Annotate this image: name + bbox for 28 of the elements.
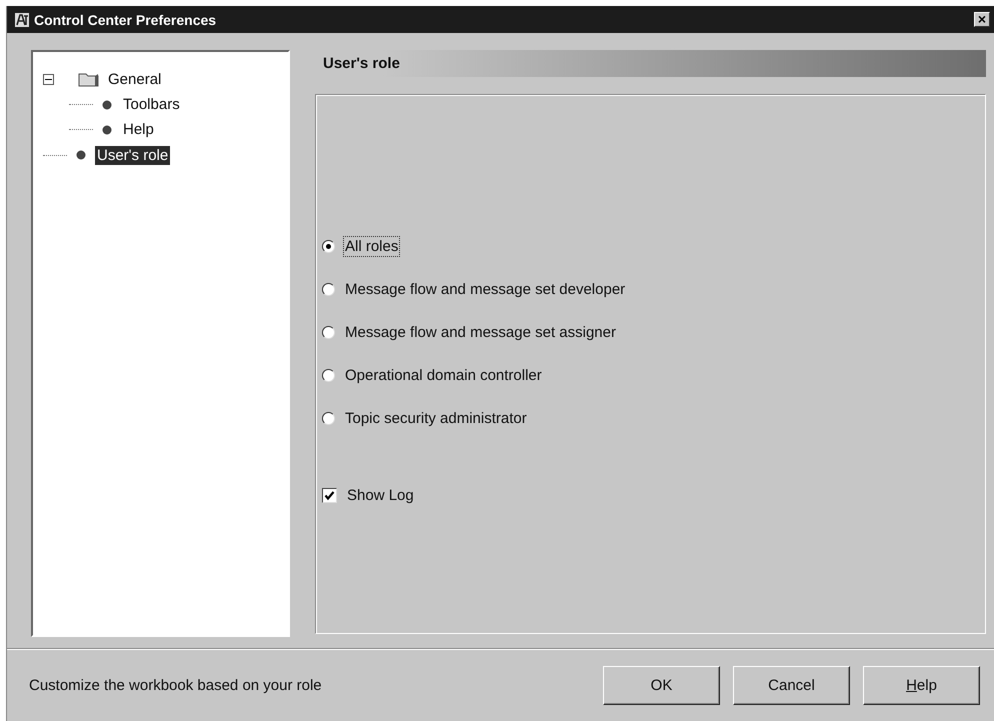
tree-item[interactable]: Toolbars bbox=[121, 95, 182, 114]
radio-button[interactable] bbox=[322, 368, 335, 382]
dialog-button[interactable]: Cancel bbox=[733, 666, 850, 704]
app-icon bbox=[15, 12, 29, 26]
dialog-button[interactable]: OK bbox=[603, 666, 720, 704]
bullet-icon bbox=[102, 124, 112, 134]
status-text: Customize the workbook based on your role bbox=[29, 676, 323, 694]
radio-label[interactable]: All roles bbox=[343, 236, 400, 257]
radio-button[interactable] bbox=[322, 282, 335, 296]
checkbox[interactable] bbox=[322, 488, 337, 503]
close-button[interactable]: × bbox=[974, 12, 990, 27]
tree-item[interactable]: User's role bbox=[95, 146, 170, 164]
radio-label[interactable]: Message flow and message set assigner bbox=[343, 322, 618, 343]
folder-icon bbox=[78, 71, 100, 87]
radio-button[interactable] bbox=[322, 326, 335, 339]
dialog-button[interactable]: Help bbox=[863, 666, 980, 704]
bullet-icon bbox=[102, 100, 112, 110]
radio-button[interactable] bbox=[322, 412, 335, 425]
radio-button[interactable] bbox=[322, 240, 335, 253]
radio-label[interactable]: Topic security administrator bbox=[343, 408, 529, 429]
radio-label[interactable]: Message flow and message set developer bbox=[343, 278, 628, 300]
tree-item[interactable]: General bbox=[106, 70, 164, 88]
checkbox-label[interactable]: Show Log bbox=[345, 484, 416, 506]
collapse-toggle[interactable] bbox=[43, 74, 54, 84]
bullet-icon bbox=[76, 150, 86, 160]
tree-item[interactable]: Help bbox=[121, 120, 156, 139]
radio-label[interactable]: Operational domain controller bbox=[343, 364, 544, 386]
window-title: Control Center Preferences bbox=[34, 12, 218, 28]
